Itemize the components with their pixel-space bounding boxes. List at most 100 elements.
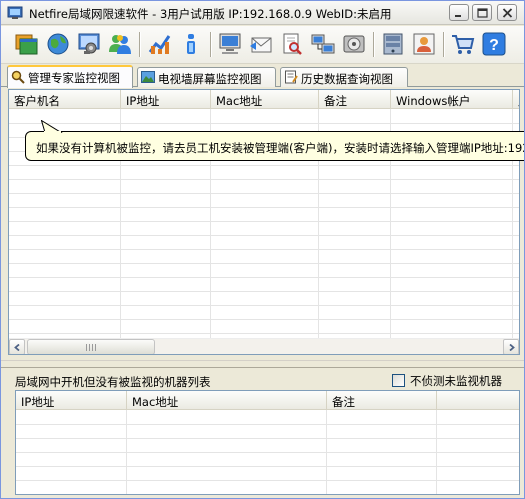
monitored-clients-list[interactable]: 客户机名 IP地址 Mac地址 备注 Windows帐户 用 [8,89,520,355]
toolbar-button-document[interactable] [277,29,307,59]
tab-tv-wall-view[interactable]: 电视墙屏幕监控视图 [137,67,276,87]
users-group-icon [109,35,131,54]
window-icon [15,34,38,55]
tab-history-view[interactable]: 历史数据查询视图 [280,67,408,87]
toolbar-button-user-card[interactable] [409,29,439,59]
no-detect-checkbox[interactable] [392,374,405,387]
column-header-note[interactable]: 备注 [319,90,391,109]
close-icon [502,8,513,18]
arrow-left-icon [14,344,20,351]
grid-row-line [16,452,519,453]
minimize-button[interactable] [449,4,469,21]
window-title: Netfire局域网限速软件 - 3用户试用版 IP:192.168.0.9 W… [29,7,392,21]
magnifier-icon [11,70,25,84]
grid-row-line [16,494,519,495]
column-header-ip[interactable]: IP地址 [121,90,211,109]
grid-row-line [9,165,519,166]
grid-row-line [9,207,519,208]
column-header-ip[interactable]: IP地址 [16,391,127,410]
scroll-left-button[interactable] [9,339,25,354]
toolbar: ? [1,26,524,64]
scroll-right-button[interactable] [503,339,519,354]
toolbar-button-users[interactable] [105,29,135,59]
install-hint-tooltip: 如果没有计算机被监控，请去员工机安装被管理端(客户端)，安装时请选择输入管理端I… [25,131,525,161]
grid-row-line [16,438,519,439]
main-window: Netfire局域网限速软件 - 3用户试用版 IP:192.168.0.9 W… [0,0,525,499]
toolbar-button-disc[interactable] [339,29,369,59]
toolbar-button-server[interactable] [378,29,408,59]
tooltip-tail [41,120,63,133]
chart-icon [148,35,171,54]
document-search-icon [283,33,302,55]
grid-row-line [9,305,519,306]
grid-row-line [16,480,519,481]
tooltip-text: 如果没有计算机被监控，请去员工机安装被管理端(客户端)，安装时请选择输入管理端I… [36,141,525,155]
maximize-icon [477,8,488,18]
grid-row-line [9,193,519,194]
scroll-grip [86,344,96,351]
network-icon [311,34,335,54]
settings-monitor-icon [78,33,100,54]
toolbar-button-computer[interactable] [215,29,245,59]
list-header: 客户机名 IP地址 Mac地址 备注 Windows帐户 用 [9,90,519,109]
mail-icon [250,37,272,53]
toolbar-button-help[interactable]: ? [479,29,509,59]
column-header-windows-account[interactable]: Windows帐户 [391,90,513,109]
grid-row-line [9,263,519,264]
disc-icon [343,35,365,53]
column-header-note[interactable]: 备注 [327,391,437,410]
toolbar-button-globe[interactable] [43,29,73,59]
view-tabs: 管理专家监控视图 电视墙屏幕监控视图 历史数据查询视图 [1,65,524,88]
list-header: IP地址 Mac地址 备注 [16,391,519,410]
grid-row-line [9,333,519,334]
minimize-icon [455,15,461,17]
column-header-mac[interactable]: Mac地址 [127,391,327,410]
toolbar-separator [210,32,212,57]
grid-row-line [9,235,519,236]
panel-splitter[interactable] [1,360,524,368]
toolbar-button-window[interactable] [12,29,42,59]
arrow-right-icon [509,344,515,351]
toolbar-separator [443,32,445,57]
toolbar-separator [373,32,375,57]
toolbar-separator [139,32,141,57]
toolbar-button-chart[interactable] [145,29,175,59]
close-button[interactable] [497,4,517,21]
grid-column-line [126,410,127,494]
column-header-client-name[interactable]: 客户机名 [9,90,121,109]
grid-row-line [9,221,519,222]
toolbar-button-info[interactable] [176,29,206,59]
no-detect-checkbox-label[interactable]: 不侦测未监视机器 [410,373,502,389]
grid-row-line [9,319,519,320]
info-icon [187,34,195,54]
title-bar[interactable]: Netfire局域网限速软件 - 3用户试用版 IP:192.168.0.9 W… [1,1,524,25]
user-card-icon [413,33,435,55]
picture-icon [141,71,155,83]
column-header-user[interactable]: 用 [513,90,519,109]
toolbar-button-cart[interactable] [448,29,478,59]
grid-row-line [9,123,519,124]
maximize-button[interactable] [472,4,492,21]
grid-row-line [9,249,519,250]
toolbar-button-mail[interactable] [246,29,276,59]
app-icon [7,6,23,19]
scroll-thumb[interactable] [27,339,155,354]
computer-icon [219,33,241,54]
unmonitored-machines-list[interactable]: IP地址 Mac地址 备注 [15,390,520,495]
tab-admin-monitor-view[interactable]: 管理专家监控视图 [7,65,133,88]
unmonitored-list-title: 局域网中开机但没有被监视的机器列表 [15,375,211,389]
grid-row-line [16,466,519,467]
column-header-empty[interactable] [437,391,519,410]
notepad-icon [285,70,298,84]
column-header-mac[interactable]: Mac地址 [211,90,319,109]
tab-label: 历史数据查询视图 [301,72,393,86]
toolbar-button-network[interactable] [308,29,338,59]
grid-row-line [9,291,519,292]
server-icon [383,33,403,55]
tab-label: 电视墙屏幕监控视图 [158,72,262,86]
grid-row-line [9,277,519,278]
toolbar-button-settings[interactable] [74,29,104,59]
horizontal-scrollbar[interactable] [9,338,519,354]
cart-icon [452,35,475,54]
grid-row-line [16,424,519,425]
